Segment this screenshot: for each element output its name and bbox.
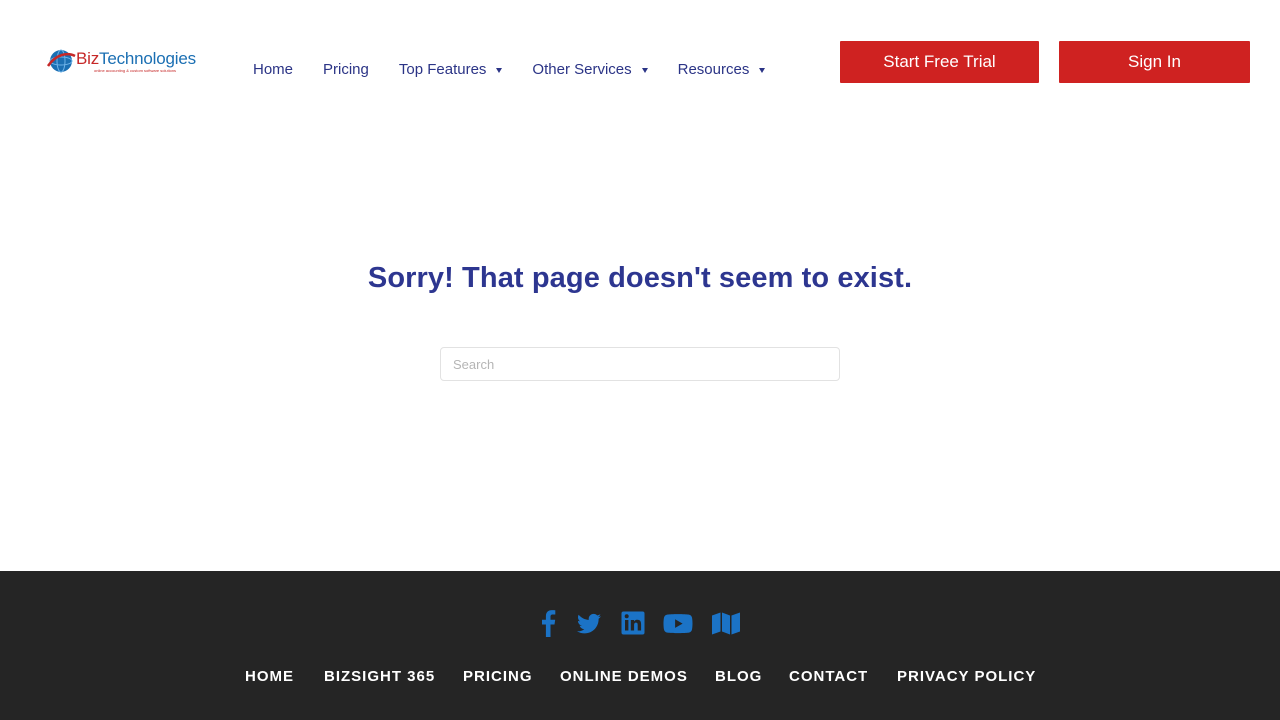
footer-link-home[interactable]: HOME [245,668,294,685]
facebook-icon[interactable] [540,609,556,637]
logo-name-suffix: Technologies [99,48,196,68]
page: BizTechnologies online accounting & cust… [0,0,1280,720]
footer-link-bizsight-365[interactable]: BIZSIGHT 365 [324,668,435,685]
caret-down-icon [641,67,648,73]
nav-other-services-label: Other Services [532,60,632,78]
footer-nav: HOME BIZSIGHT 365 PRICING ONLINE DEMOS B… [0,668,1280,688]
search-input[interactable] [440,347,840,381]
logo-name: BizTechnologies [76,48,196,68]
nav-home[interactable]: Home [253,58,293,80]
map-icon[interactable] [711,609,741,637]
nav-home-label: Home [253,60,294,78]
caret-down-icon [759,67,766,73]
start-free-trial-button[interactable]: Start Free Trial [840,41,1039,83]
caret-down-icon [496,67,503,73]
youtube-icon[interactable] [663,609,693,637]
footer-link-contact[interactable]: CONTACT [789,668,868,685]
nav-pricing-label: Pricing [323,60,369,78]
page-title: Sorry! That page doesn't seem to exist. [367,262,913,294]
nav-resources[interactable]: Resources [678,58,766,80]
footer-link-online-demos[interactable]: ONLINE DEMOS [560,668,688,685]
nav-top-features[interactable]: Top Features [399,58,503,80]
logo-name-prefix: Biz [76,48,100,68]
footer-link-blog[interactable]: BLOG [715,668,762,685]
sign-in-button[interactable]: Sign In [1059,41,1250,83]
linkedin-icon[interactable] [621,609,645,637]
nav-top-features-label: Top Features [398,60,487,78]
main-nav: Home Pricing Top Features Other Services… [253,58,766,80]
footer-link-privacy-policy[interactable]: PRIVACY POLICY [897,668,1036,685]
nav-resources-label: Resources [677,60,750,78]
footer: HOME BIZSIGHT 365 PRICING ONLINE DEMOS B… [0,571,1280,720]
biztechnologies-logo[interactable]: BizTechnologies online accounting & cust… [46,44,198,78]
globe-logo-icon [46,49,76,73]
logo-tagline: online accounting & custom software solu… [94,67,177,73]
nav-pricing[interactable]: Pricing [323,58,369,80]
social-links [0,609,1280,639]
footer-link-pricing[interactable]: PRICING [463,668,533,685]
nav-other-services[interactable]: Other Services [532,58,648,80]
twitter-icon[interactable] [576,609,602,637]
